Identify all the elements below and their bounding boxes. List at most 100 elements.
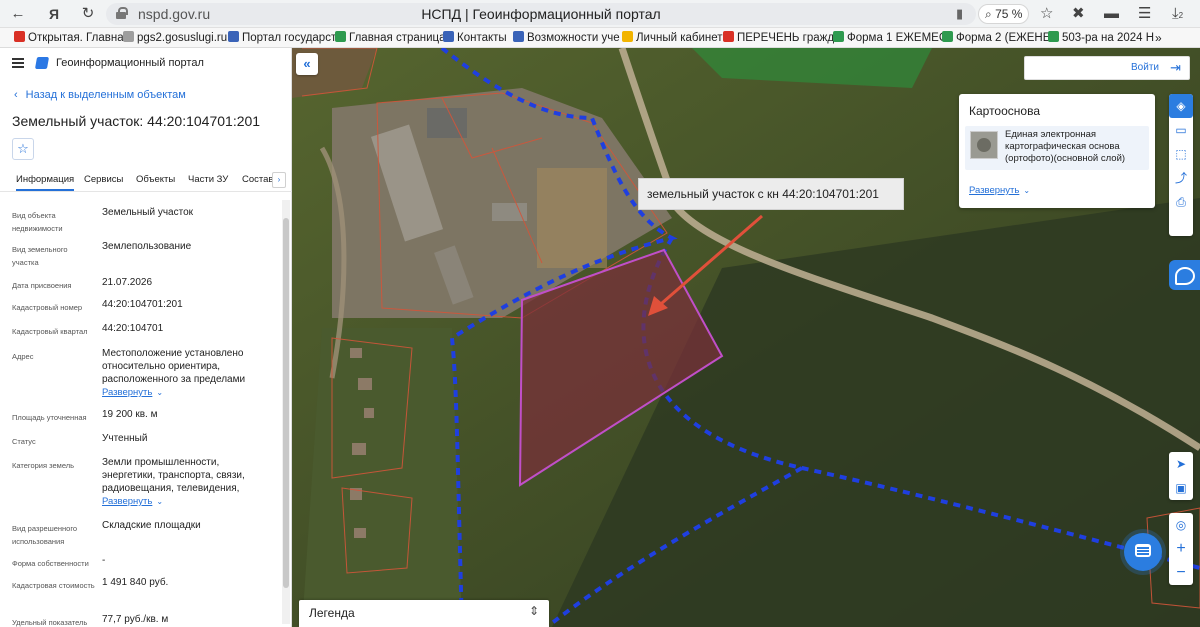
basemap-title: Картооснова	[969, 104, 1040, 118]
basemap-switch-icon[interactable]: ▣	[1169, 476, 1193, 500]
bookmark-item[interactable]: Главная страница	[335, 30, 446, 46]
hat-icon[interactable]: ▬	[1104, 4, 1119, 24]
bookmark-item[interactable]: Открытая. Главна	[14, 30, 124, 46]
print-icon[interactable]: ⎙	[1169, 190, 1193, 214]
tab-bar: Информация Сервисы Объекты Части ЗУ Сост…	[0, 170, 292, 192]
bookmark-item[interactable]: pgs2.gosuslugi.ru	[123, 30, 227, 46]
basemap-expand-link[interactable]: Развернуть ⌄	[969, 185, 1030, 196]
scrollbar-thumb[interactable]	[283, 218, 289, 588]
map-view[interactable]: земельный участок с кн 44:20:104701:201 …	[292, 48, 1200, 627]
bookmark-item[interactable]: Портал государст	[228, 30, 336, 46]
attribute-key: Кадастровый номер	[12, 303, 83, 312]
category-expand-link[interactable]: Развернуть ⌄	[102, 495, 262, 508]
address-text: Местоположение установлено относительно …	[102, 348, 246, 385]
bookmark-item[interactable]: Возможности уче	[513, 30, 620, 46]
address-bar[interactable]: nspd.gov.ru НСПД | Геоинформационный пор…	[106, 3, 976, 25]
bookmark-icon[interactable]: ▮	[956, 6, 963, 22]
building	[427, 108, 467, 138]
bookmark-item[interactable]: Контакты	[443, 30, 507, 46]
tabs-next-button[interactable]: ›	[272, 172, 286, 188]
page-title-text: НСПД | Геоинформационный портал	[421, 6, 661, 22]
zoom-indicator[interactable]: ⌕ 75 %	[978, 4, 1030, 24]
chevron-left-icon: ‹	[14, 89, 18, 101]
back-icon[interactable]: ←	[8, 4, 28, 24]
bookmark-favicon	[228, 31, 239, 42]
chevron-updown-icon: ⇕	[528, 604, 539, 618]
collapse-panel-button[interactable]: «	[296, 53, 318, 75]
yandex-icon[interactable]: Я	[44, 4, 64, 24]
bookmark-favicon	[14, 31, 25, 42]
login-icon: ⇥	[1170, 60, 1181, 75]
tab-services[interactable]: Сервисы	[84, 174, 123, 185]
back-link-label: Назад к выделенным объектам	[25, 89, 186, 101]
attribute-key: Форма собственности	[12, 559, 89, 568]
attribute-key: Площадь уточненная	[12, 413, 87, 422]
login-button[interactable]: Войти ⇥	[1024, 56, 1190, 80]
basemap-layer-item[interactable]: Единая электронная картографическая осно…	[965, 126, 1149, 170]
bookmark-favicon	[443, 31, 454, 42]
layer-thumbnail	[970, 131, 998, 159]
bookmark-item[interactable]: Форма 1 ЕЖЕМЕС	[833, 30, 947, 46]
ruler-icon[interactable]: ▭	[1169, 118, 1193, 142]
bookmark-favicon	[123, 31, 134, 42]
zoom-out-button[interactable]: −	[1169, 561, 1193, 585]
hamburger-icon[interactable]: ☰	[1138, 4, 1151, 24]
assistant-tab-icon[interactable]	[1169, 260, 1200, 290]
attribute-key: Вид разрешенного использования	[12, 524, 78, 546]
attribute-value: 44:20:104701	[102, 323, 164, 334]
select-area-icon[interactable]: ⬚	[1169, 142, 1193, 166]
attribute-value: Учтенный	[102, 433, 148, 444]
bookmarks-overflow-icon[interactable]: »	[1155, 30, 1162, 46]
downloads-icon[interactable]: ⤓2	[1172, 4, 1183, 26]
tab-parts[interactable]: Части ЗУ	[188, 174, 228, 185]
share-icon[interactable]: ⤴	[1169, 166, 1193, 190]
bookmark-favicon	[942, 31, 953, 42]
bookmark-item[interactable]: 503-ра на 2024 Н	[1048, 30, 1154, 46]
downloads-badge: 2	[1178, 11, 1184, 20]
parcel-annotation: земельный участок с кн 44:20:104701:201	[638, 178, 904, 210]
attribute-key: Кадастровая стоимость	[12, 581, 95, 590]
screen: ← Я ↻ nspd.gov.ru НСПД | Геоинформационн…	[0, 0, 1200, 627]
attribute-key: Удельный показатель	[12, 618, 88, 627]
browser-toolbar: ← Я ↻ nspd.gov.ru НСПД | Геоинформационн…	[0, 0, 1200, 28]
locate-icon[interactable]: ➤	[1169, 452, 1193, 476]
bookmark-item[interactable]: ПЕРЕЧЕНЬ гражд	[723, 30, 834, 46]
attribute-value: -	[102, 555, 106, 566]
tab-objects[interactable]: Объекты	[136, 174, 175, 185]
star-outline-icon[interactable]: ☆	[1040, 4, 1053, 24]
bookmark-item[interactable]: Личный кабинет	[622, 30, 723, 46]
object-title: Земельный участок: 44:20:104701:201	[12, 113, 261, 129]
tab-info[interactable]: Информация	[16, 174, 75, 191]
panel-scrollbar[interactable]	[282, 200, 290, 624]
layer-description: Единая электронная картографическая осно…	[1005, 129, 1126, 164]
menu-icon[interactable]	[12, 58, 24, 68]
attribute-value: 44:20:104701:201	[102, 299, 183, 310]
attribute-key: Вид земельного участка	[12, 245, 68, 267]
info-panel: Геоинформационный портал ‹ Назад к выделе…	[0, 48, 292, 627]
attribute-value: 77,7 руб./кв. м	[102, 614, 169, 625]
bookmark-item[interactable]: Форма 2 (ЕЖЕНЕ	[942, 30, 1050, 46]
chat-icon[interactable]	[1124, 533, 1162, 571]
attribute-key: Категория земель	[12, 461, 75, 470]
layers-tool-icon[interactable]: ◈	[1169, 94, 1193, 118]
star-icon: ☆	[17, 141, 29, 156]
zoom-in-button[interactable]: +	[1169, 537, 1193, 561]
basemap-panel: Картооснова Единая электронная картограф…	[959, 94, 1155, 208]
address-expand-link[interactable]: Развернуть ⌄	[102, 386, 262, 399]
back-to-selected-link[interactable]: ‹ Назад к выделенным объектам	[14, 89, 186, 101]
bookmark-favicon	[335, 31, 346, 42]
reload-icon[interactable]: ↻	[78, 4, 98, 24]
attribute-key: Кадастровый квартал	[12, 327, 88, 336]
legend-panel[interactable]: Легенда ⇕	[299, 600, 549, 627]
attribute-value: 21.07.2026	[102, 277, 153, 288]
map-view-tools: ➤ ▣	[1169, 452, 1193, 500]
bookmark-favicon	[1048, 31, 1059, 42]
search-location-icon[interactable]: ◎	[1169, 513, 1193, 537]
extension-icon[interactable]: ✖	[1072, 4, 1085, 24]
chevron-down-icon: ⌄	[156, 497, 164, 506]
attribute-key: Адрес	[12, 352, 34, 361]
chevron-down-icon: ⌄	[1023, 186, 1031, 195]
land-category-text: Земли промышленности, энергетики, трансп…	[102, 457, 245, 494]
tab-composition[interactable]: Состав	[242, 174, 273, 185]
favorite-button[interactable]: ☆	[12, 138, 34, 160]
